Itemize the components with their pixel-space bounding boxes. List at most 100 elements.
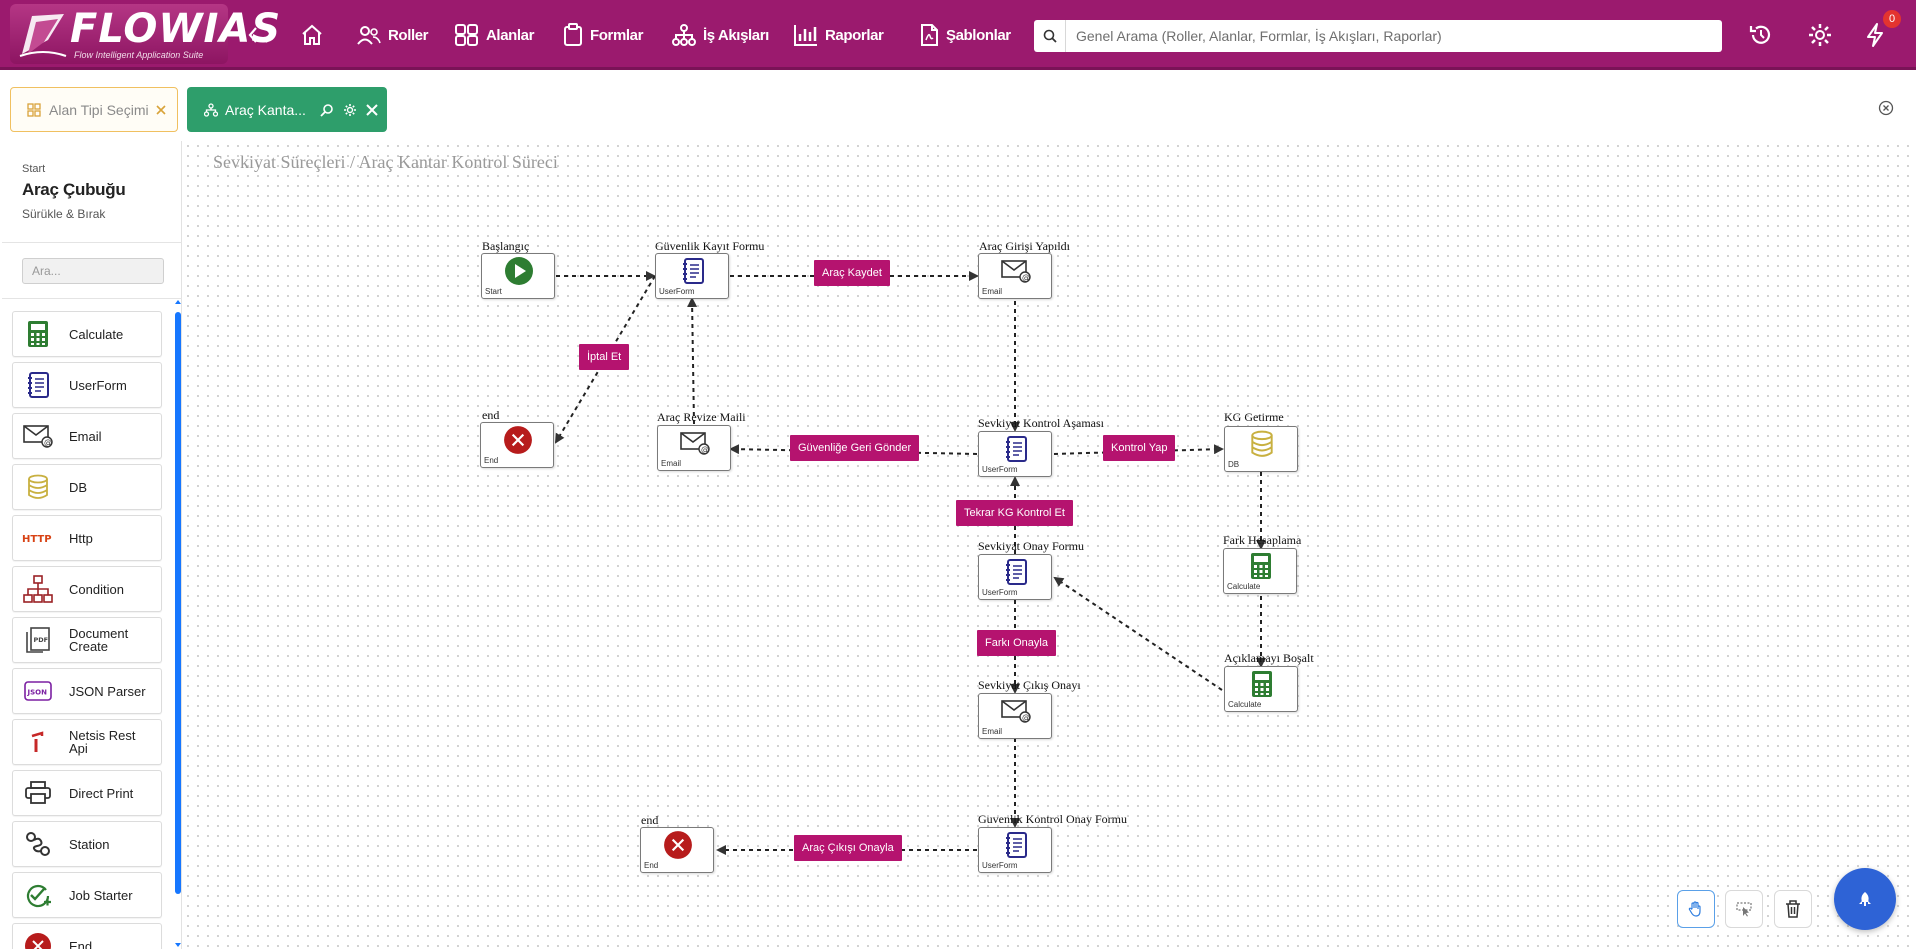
- nav-formlar[interactable]: Formlar: [562, 18, 643, 52]
- toolbox-list: Calculate UserForm @ Email DB HTTP Http …: [2, 298, 182, 949]
- history-icon[interactable]: [1744, 18, 1778, 52]
- app-logo[interactable]: FLOWIAS Flow Intelligent Application Sui…: [10, 4, 280, 64]
- nav-roller[interactable]: Roller: [356, 18, 429, 52]
- floating-action-button[interactable]: [1834, 868, 1896, 930]
- tool-document-create[interactable]: PDF Document Create: [12, 617, 162, 663]
- pan-mode-button[interactable]: [1677, 890, 1715, 928]
- scroll-down-icon[interactable]: [174, 941, 182, 949]
- tool-calculate[interactable]: Calculate: [12, 311, 162, 357]
- node-end-cancel[interactable]: End: [480, 422, 554, 468]
- scrollbar-thumb[interactable]: [175, 312, 181, 894]
- tool-label: DB: [69, 479, 88, 495]
- search-icon[interactable]: [320, 103, 334, 117]
- tool-netsis-rest-api[interactable]: Netsis Rest Api: [12, 719, 162, 765]
- tab-alan-tipi-secimi[interactable]: Alan Tipi Seçimi: [10, 87, 178, 132]
- node-type: Email: [982, 727, 1003, 736]
- tool-email[interactable]: @ Email: [12, 413, 162, 459]
- logo-subtitle: Flow Intelligent Application Suite: [74, 50, 204, 60]
- edge-label-iptal-et[interactable]: İptal Et: [579, 344, 630, 370]
- edge-label-arac-cikisi-onayla[interactable]: Araç Çıkışı Onayla: [794, 835, 902, 861]
- node-arac-girisi-yapildi[interactable]: @ Email: [978, 253, 1052, 299]
- hand-icon: [1688, 901, 1701, 917]
- database-icon: [1247, 429, 1277, 459]
- edge-label-farki-onayla[interactable]: Farkı Onayla: [977, 630, 1056, 656]
- pdf-document-icon: PDF: [21, 623, 55, 657]
- node-sevkiyat-kontrol-asamasi[interactable]: UserForm: [978, 431, 1052, 477]
- nav-is-akislari[interactable]: İş Akışları: [671, 18, 769, 52]
- delete-button[interactable]: [1774, 890, 1812, 928]
- tool-direct-print[interactable]: Direct Print: [12, 770, 162, 816]
- toolbox-search-input[interactable]: [22, 258, 164, 284]
- breadcrumb: Sevkiyat Süreçleri / Araç Kantar Kontrol…: [213, 152, 558, 172]
- tab-arac-kantar[interactable]: Araç Kanta...: [187, 87, 387, 132]
- node-fark-hesaplama[interactable]: Calculate: [1223, 548, 1297, 594]
- tool-label: JSON Parser: [69, 683, 146, 699]
- node-type: DB: [1228, 460, 1240, 469]
- gear-icon[interactable]: [1803, 18, 1837, 52]
- selection-icon: [1736, 902, 1752, 917]
- workflow-icon: [204, 102, 218, 117]
- edge-label-kontrol-yap[interactable]: Kontrol Yap: [1103, 435, 1176, 461]
- node-title: Güvenlik Kayıt Formu: [655, 239, 765, 253]
- file-pdf-icon: [921, 24, 938, 46]
- node-kg-getirme[interactable]: DB: [1224, 426, 1298, 472]
- code-icon[interactable]: [244, 18, 278, 52]
- node-end-exit[interactable]: End: [640, 827, 714, 873]
- tool-condition[interactable]: Condition: [12, 566, 162, 612]
- node-aciklamayi-bosalt[interactable]: Calculate: [1224, 666, 1298, 712]
- svg-text:@: @: [1022, 273, 1030, 282]
- node-type: Calculate: [1228, 700, 1262, 709]
- close-circle-icon[interactable]: [1877, 99, 1895, 117]
- edge-label-arac-kaydet[interactable]: Araç Kaydet: [814, 260, 890, 286]
- scroll-up-icon[interactable]: [174, 298, 182, 306]
- svg-text:PDF: PDF: [34, 636, 49, 644]
- gear-icon[interactable]: [343, 103, 357, 117]
- end-icon: [503, 425, 533, 455]
- nav-sablonlar[interactable]: Şablonlar: [918, 18, 1011, 52]
- svg-text:@: @: [701, 445, 709, 454]
- global-search[interactable]: [1034, 20, 1722, 52]
- edge-label-guvenlige-geri-gonder[interactable]: Güvenliğe Geri Gönder: [790, 435, 920, 461]
- form-icon: [1001, 557, 1031, 587]
- svg-text:JSON: JSON: [27, 689, 48, 697]
- node-sevkiyat-onay-formu[interactable]: UserForm: [978, 554, 1052, 600]
- tool-json-parser[interactable]: JSON JSON Parser: [12, 668, 162, 714]
- node-guvenlik-kayit-formu[interactable]: UserForm: [655, 253, 729, 299]
- toolbox-header: Start Araç Çubuğu Sürükle & Bırak: [2, 141, 182, 243]
- calculator-icon: [1247, 669, 1277, 699]
- tool-userform[interactable]: UserForm: [12, 362, 162, 408]
- bar-chart-icon: [794, 25, 817, 46]
- tool-station[interactable]: Station: [12, 821, 162, 867]
- node-sevkiyat-cikis-onayi[interactable]: @ Email: [978, 693, 1052, 739]
- node-guvenlik-kontrol-onay-formu[interactable]: UserForm: [978, 827, 1052, 873]
- netsis-icon: [21, 725, 55, 759]
- tab-label: Alan Tipi Seçimi: [49, 101, 149, 118]
- email-icon: @: [21, 419, 55, 453]
- nav-roller-label: Roller: [388, 26, 429, 44]
- node-title: Açıklamayı Boşalt: [1224, 651, 1314, 665]
- node-arac-revize-maili[interactable]: @ Email: [657, 425, 731, 471]
- node-title: Guvenlik Kontrol Onay Formu: [978, 812, 1127, 826]
- nav-alanlar[interactable]: Alanlar: [454, 18, 534, 52]
- node-start[interactable]: Start: [481, 253, 555, 299]
- search-icon: [1034, 20, 1066, 52]
- grid-icon: [27, 102, 41, 117]
- node-type: Start: [485, 287, 502, 296]
- nav-formlar-label: Formlar: [590, 26, 644, 44]
- select-mode-button[interactable]: [1725, 890, 1763, 928]
- tool-job-starter[interactable]: Job Starter: [12, 872, 162, 918]
- tool-label: Netsis Rest Api: [69, 728, 136, 756]
- nav-raporlar[interactable]: Raporlar: [793, 18, 884, 52]
- global-search-input[interactable]: [1066, 21, 1722, 51]
- tool-http[interactable]: HTTP Http: [12, 515, 162, 561]
- close-icon[interactable]: [155, 104, 167, 116]
- tool-db[interactable]: DB: [12, 464, 162, 510]
- close-icon[interactable]: [366, 103, 378, 116]
- node-type: End: [644, 861, 659, 870]
- calculator-icon: [1246, 551, 1276, 581]
- form-icon: [21, 368, 55, 402]
- tool-end[interactable]: End: [12, 923, 162, 949]
- rocket-icon: [1859, 892, 1871, 906]
- home-icon[interactable]: [295, 18, 329, 52]
- edge-label-tekrar-kg-kontrol-et[interactable]: Tekrar KG Kontrol Et: [956, 500, 1073, 526]
